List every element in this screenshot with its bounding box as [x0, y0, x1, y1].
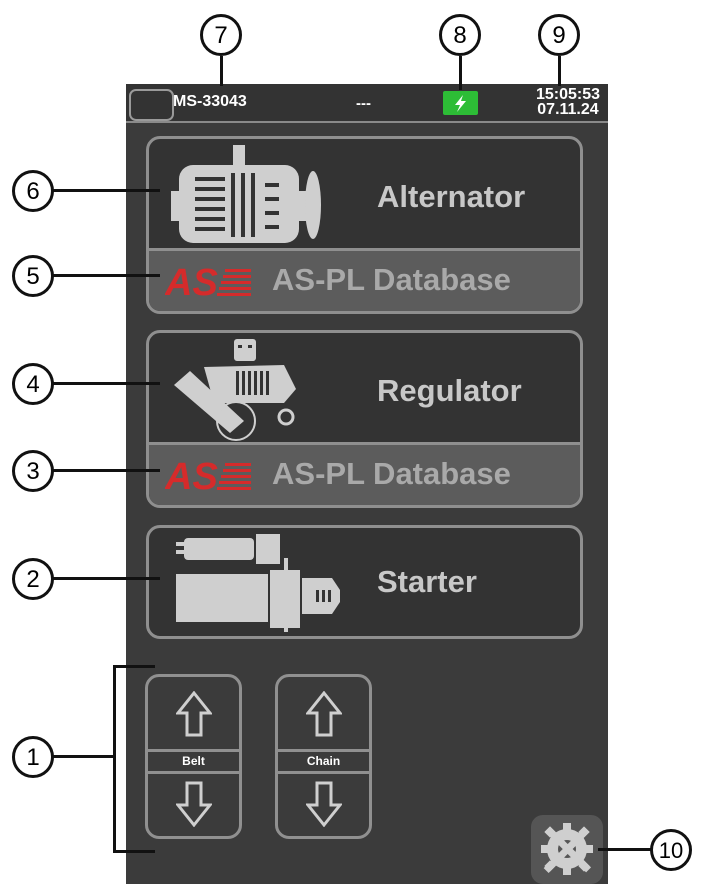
- status-bar: MS-33043 --- 15:05:53 07.11.24: [126, 84, 608, 123]
- regulator-database-label: AS-PL Database: [272, 456, 511, 491]
- callout-3: 3: [12, 450, 54, 492]
- belt-label: Belt: [148, 749, 239, 774]
- callout-2: 2: [12, 558, 54, 600]
- callout-6: 6: [12, 170, 54, 212]
- connector-icon: [129, 89, 174, 121]
- callout-1-bracket: [113, 665, 116, 853]
- belt-control[interactable]: Belt: [145, 674, 242, 839]
- status-placeholder: ---: [356, 95, 371, 112]
- callout-9: 9: [538, 14, 580, 56]
- as-logo-icon: AS: [165, 456, 251, 495]
- callout-10: 10: [650, 829, 692, 871]
- svg-text:AS: AS: [165, 456, 218, 495]
- clock: 15:05:53 07.11.24: [535, 86, 600, 118]
- callout-8-leader: [459, 56, 462, 90]
- chain-label: Chain: [278, 749, 369, 774]
- arrow-down-icon[interactable]: [176, 781, 212, 827]
- callout-4: 4: [12, 363, 54, 405]
- regulator-card[interactable]: Regulator AS AS-PL Database: [146, 330, 583, 508]
- starter-card[interactable]: Starter: [146, 525, 583, 639]
- alternator-icon: [171, 145, 321, 243]
- callout-7: 7: [200, 14, 242, 56]
- callout-6-leader: [53, 189, 160, 192]
- callout-4-leader: [53, 382, 160, 385]
- alternator-database-label: AS-PL Database: [272, 262, 511, 297]
- device-screen: MS-33043 --- 15:05:53 07.11.24 Alternato…: [126, 84, 608, 884]
- callout-5: 5: [12, 255, 54, 297]
- as-logo-icon: AS: [165, 262, 251, 301]
- callout-2-leader: [53, 577, 160, 580]
- callout-10-leader: [598, 848, 652, 851]
- svg-text:AS: AS: [165, 262, 218, 301]
- date-text: 07.11.24: [537, 101, 599, 118]
- starter-icon: [176, 534, 340, 632]
- battery-charging-icon: [443, 89, 478, 115]
- chain-control[interactable]: Chain: [275, 674, 372, 839]
- callout-3-leader: [53, 469, 160, 472]
- time-text: 15:05:53: [535, 86, 600, 103]
- callout-9-leader: [558, 56, 561, 86]
- callout-1-leader: [53, 755, 115, 758]
- alternator-database-button[interactable]: AS AS-PL Database: [149, 248, 580, 311]
- starter-label: Starter: [377, 564, 477, 599]
- regulator-icon: [174, 339, 296, 441]
- callout-8: 8: [439, 14, 481, 56]
- alternator-label: Alternator: [377, 179, 526, 214]
- device-id: MS-33043: [173, 93, 247, 110]
- callout-1-bracket-top: [113, 665, 155, 668]
- callout-1-bracket-bottom: [113, 850, 155, 853]
- regulator-database-button[interactable]: AS AS-PL Database: [149, 442, 580, 505]
- arrow-down-icon[interactable]: [306, 781, 342, 827]
- arrow-up-icon[interactable]: [176, 691, 212, 737]
- settings-tools-button[interactable]: [531, 815, 603, 884]
- arrow-up-icon[interactable]: [306, 691, 342, 737]
- settings-tools-icon[interactable]: [531, 815, 603, 884]
- alternator-card[interactable]: Alternator AS AS-PL Database: [146, 136, 583, 314]
- callout-7-leader: [220, 56, 223, 86]
- callout-1: 1: [12, 736, 54, 778]
- regulator-label: Regulator: [377, 373, 522, 408]
- callout-5-leader: [53, 274, 160, 277]
